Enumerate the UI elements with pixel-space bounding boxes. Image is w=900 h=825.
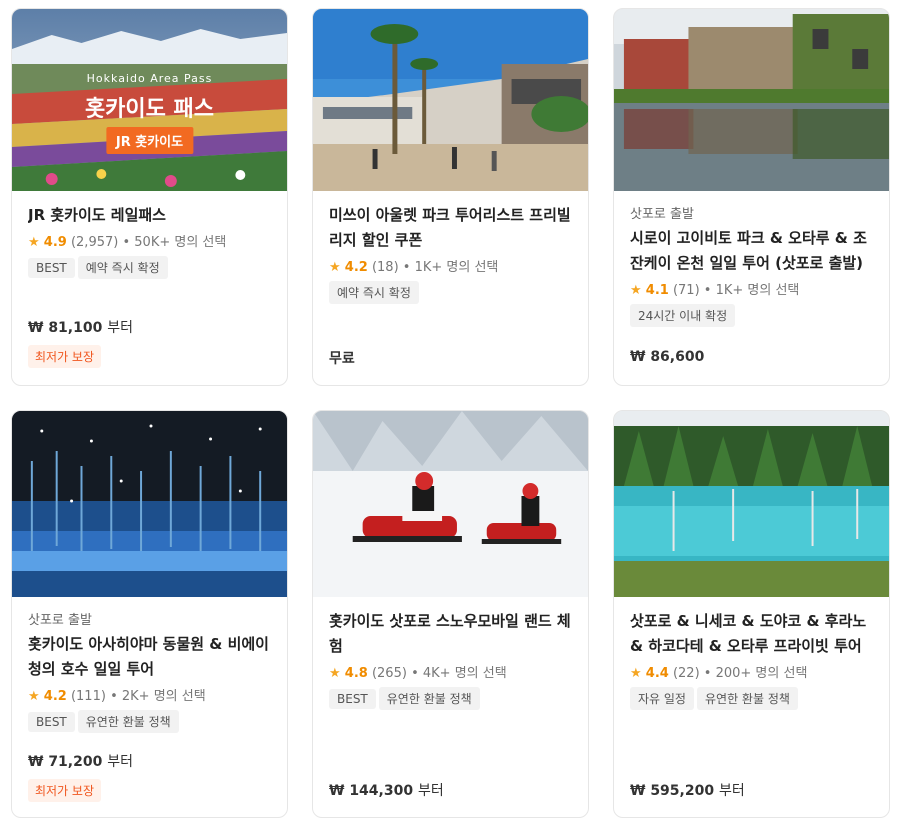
star-icon: ★ bbox=[329, 260, 341, 275]
tag-badge: 유연한 환불 정책 bbox=[77, 710, 179, 733]
price-suffix: 부터 bbox=[718, 783, 745, 799]
tag-list: BEST 유연한 환불 정책 bbox=[329, 687, 572, 710]
review-count: (18) bbox=[371, 260, 399, 275]
activity-card-jr-pass[interactable]: Hokkaido Area Pass 홋카이도 패스 JR 홋카이도 JR 홋카… bbox=[11, 8, 288, 386]
departure-origin: 삿포로 출발 bbox=[630, 207, 694, 222]
card-rating: ★ 4.1 (71) • 1K+ 명의 선택 bbox=[630, 279, 873, 298]
review-count: (265) bbox=[371, 666, 407, 681]
card-thumbnail bbox=[614, 411, 889, 597]
tag-badge: BEST bbox=[28, 258, 75, 278]
star-icon: ★ bbox=[630, 666, 642, 681]
activity-card-asahiyama-biei-tour[interactable]: 삿포로 출발 홋카이도 아사히야마 동물원 & 비에이 청의 호수 일일 투어 … bbox=[11, 410, 288, 818]
price-suffix: 부터 bbox=[107, 320, 133, 336]
otaru-canal-image bbox=[614, 9, 889, 191]
review-count: (2,957) bbox=[70, 235, 119, 250]
tag-badge: 유연한 환불 정책 bbox=[378, 687, 480, 710]
review-count: (111) bbox=[70, 689, 106, 704]
activity-card-private-tour[interactable]: 삿포로 & 니세코 & 도야코 & 후라노 & 하코다테 & 오타루 프라이빗 … bbox=[613, 410, 890, 818]
card-title: 시로이 고이비토 파크 & 오타루 & 조잔케이 온천 일일 투어 (삿포로 출… bbox=[630, 229, 867, 272]
booking-count: • 1K+ 명의 선택 bbox=[703, 283, 800, 298]
card-thumbnail bbox=[614, 9, 889, 191]
price-value: ₩ 595,200 bbox=[630, 783, 715, 799]
price-value: ₩ 71,200 bbox=[28, 754, 103, 770]
departure-origin: 삿포로 출발 bbox=[28, 613, 92, 628]
blue-pond-daytime-image bbox=[614, 411, 889, 597]
activity-card-mitsui-outlet[interactable]: 미쓰이 아울렛 파크 투어리스트 프리빌리지 할인 쿠폰 ★ 4.2 (18) … bbox=[312, 8, 589, 386]
rating-score: 4.2 bbox=[43, 689, 67, 704]
price-suffix: 부터 bbox=[107, 754, 133, 770]
review-count: (22) bbox=[672, 666, 700, 681]
tag-badge: 24시간 이내 확정 bbox=[630, 304, 736, 327]
tag-list: 예약 즉시 확정 bbox=[329, 281, 572, 304]
card-price: 무료 bbox=[329, 348, 355, 368]
activity-card-shiroi-koibito-tour[interactable]: 삿포로 출발 시로이 고이비토 파크 & 오타루 & 조잔케이 온천 일일 투어… bbox=[613, 8, 890, 386]
tag-badge: 자유 일정 bbox=[630, 687, 694, 710]
card-rating: ★ 4.4 (22) • 200+ 명의 선택 bbox=[630, 662, 873, 681]
card-price: ₩ 144,300 부터 bbox=[329, 780, 444, 800]
price-value: ₩ 81,100 bbox=[28, 320, 103, 336]
thumb-overlay-title: 홋카이도 패스 bbox=[84, 97, 215, 122]
card-rating: ★ 4.9 (2,957) • 50K+ 명의 선택 bbox=[28, 231, 271, 250]
card-price: ₩ 81,100 부터 bbox=[28, 317, 133, 337]
rating-score: 4.1 bbox=[645, 283, 669, 298]
card-rating: ★ 4.8 (265) • 4K+ 명의 선택 bbox=[329, 662, 572, 681]
rating-score: 4.4 bbox=[645, 666, 669, 681]
booking-count: • 200+ 명의 선택 bbox=[703, 666, 808, 681]
price-value: 무료 bbox=[329, 351, 355, 367]
card-price: ₩ 71,200 부터 bbox=[28, 751, 133, 771]
tag-list: 24시간 이내 확정 bbox=[630, 304, 873, 327]
lowest-price-badge: 최저가 보장 bbox=[28, 779, 102, 802]
card-thumbnail bbox=[313, 9, 588, 191]
tag-badge: BEST bbox=[329, 689, 376, 709]
star-icon: ★ bbox=[28, 235, 40, 250]
price-value: ₩ 144,300 bbox=[329, 783, 414, 799]
card-rating: ★ 4.2 (18) • 1K+ 명의 선택 bbox=[329, 256, 572, 275]
rating-score: 4.8 bbox=[344, 666, 368, 681]
tag-badge: 예약 즉시 확정 bbox=[77, 256, 168, 279]
tag-list: BEST 유연한 환불 정책 bbox=[28, 710, 271, 733]
thumb-overlay-badge: JR 홋카이도 bbox=[105, 127, 194, 154]
activity-card-grid: Hokkaido Area Pass 홋카이도 패스 JR 홋카이도 JR 홋카… bbox=[0, 0, 900, 825]
lowest-price-badge: 최저가 보장 bbox=[28, 345, 102, 368]
snowmobile-image bbox=[313, 411, 588, 597]
booking-count: • 1K+ 명의 선택 bbox=[402, 260, 499, 275]
booking-count: • 2K+ 명의 선택 bbox=[110, 689, 206, 704]
card-thumbnail bbox=[12, 411, 287, 597]
tag-list: 자유 일정 유연한 환불 정책 bbox=[630, 687, 873, 710]
thumb-overlay-subtitle: Hokkaido Area Pass bbox=[86, 72, 213, 85]
card-title: 홋카이도 아사히야마 동물원 & 비에이 청의 호수 일일 투어 bbox=[28, 635, 269, 678]
outlet-mall-image bbox=[313, 9, 588, 191]
booking-count: • 50K+ 명의 선택 bbox=[122, 235, 227, 250]
card-title: JR 홋카이도 레일패스 bbox=[28, 206, 166, 224]
booking-count: • 4K+ 명의 선택 bbox=[411, 666, 507, 681]
tag-badge: 유연한 환불 정책 bbox=[696, 687, 798, 710]
blue-pond-night-image bbox=[12, 411, 287, 597]
price-value: ₩ 86,600 bbox=[630, 349, 705, 365]
star-icon: ★ bbox=[28, 689, 40, 704]
tag-badge: 예약 즉시 확정 bbox=[329, 281, 419, 304]
card-rating: ★ 4.2 (111) • 2K+ 명의 선택 bbox=[28, 685, 271, 704]
card-thumbnail bbox=[313, 411, 588, 597]
review-count: (71) bbox=[672, 283, 700, 298]
price-suffix: 부터 bbox=[417, 783, 444, 799]
rating-score: 4.2 bbox=[344, 260, 368, 275]
card-price: ₩ 595,200 부터 bbox=[630, 780, 745, 800]
card-title: 미쓰이 아울렛 파크 투어리스트 프리빌리지 할인 쿠폰 bbox=[329, 206, 571, 249]
star-icon: ★ bbox=[630, 283, 642, 298]
card-title: 삿포로 & 니세코 & 도야코 & 후라노 & 하코다테 & 오타루 프라이빗 … bbox=[630, 612, 867, 655]
activity-card-snowmobile[interactable]: 홋카이도 삿포로 스노우모바일 랜드 체험 ★ 4.8 (265) • 4K+ … bbox=[312, 410, 589, 818]
tag-list: BEST 예약 즉시 확정 bbox=[28, 256, 271, 279]
card-title: 홋카이도 삿포로 스노우모바일 랜드 체험 bbox=[329, 612, 571, 655]
rating-score: 4.9 bbox=[43, 235, 67, 250]
card-thumbnail: Hokkaido Area Pass 홋카이도 패스 JR 홋카이도 bbox=[12, 9, 287, 191]
star-icon: ★ bbox=[329, 666, 341, 681]
tag-badge: BEST bbox=[28, 712, 75, 732]
card-price: ₩ 86,600 bbox=[630, 349, 704, 365]
